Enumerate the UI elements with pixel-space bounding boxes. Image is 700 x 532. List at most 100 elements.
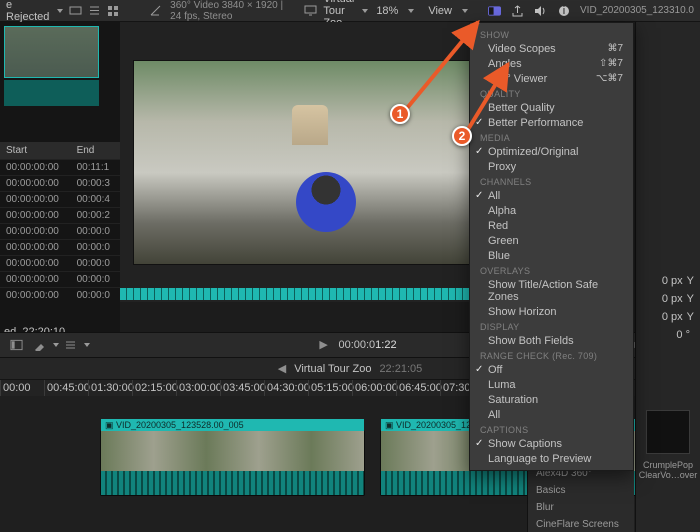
menu-item[interactable]: Show Title/Action Safe Zones bbox=[470, 277, 633, 304]
effects-category[interactable]: Basics bbox=[528, 482, 634, 499]
timeline-clip[interactable]: ▣ VID_20200305_123528.00_005 bbox=[100, 430, 365, 496]
ruler-tick: 00:45:00 bbox=[44, 380, 88, 396]
menu-item[interactable]: All bbox=[470, 188, 633, 203]
list-row[interactable]: 00:00:00:0000:00:0 bbox=[0, 224, 120, 240]
effects-category[interactable]: CineFlare Screens bbox=[528, 516, 634, 532]
menu-item[interactable]: Saturation bbox=[470, 392, 633, 407]
menu-item[interactable]: Show Captions bbox=[470, 436, 633, 451]
menu-item-label: Proxy bbox=[488, 161, 516, 173]
trim-icon[interactable] bbox=[64, 339, 77, 352]
cell-start: 00:00:00:00 bbox=[0, 176, 71, 192]
menu-item[interactable]: Luma bbox=[470, 377, 633, 392]
clip-appearance-icon[interactable] bbox=[69, 4, 82, 17]
cell-end: 00:00:0 bbox=[71, 224, 120, 240]
angle-icon[interactable] bbox=[149, 4, 162, 17]
menu-item[interactable]: Show Both Fields bbox=[470, 333, 633, 348]
cell-end: 00:00:0 bbox=[71, 272, 120, 288]
inspector-row[interactable]: 0 ° bbox=[636, 326, 700, 344]
menu-item-label: Blue bbox=[488, 250, 510, 262]
col-start[interactable]: Start bbox=[0, 142, 71, 160]
menu-item[interactable]: Blue bbox=[470, 248, 633, 263]
index-icon[interactable] bbox=[10, 339, 23, 352]
tc-gray: 00:00:0 bbox=[338, 339, 375, 351]
viewer[interactable] bbox=[120, 22, 500, 302]
grid-view-icon[interactable] bbox=[107, 4, 120, 17]
rejected-label: e Rejected bbox=[6, 0, 49, 23]
col-end[interactable]: End bbox=[71, 142, 120, 160]
file-name: VID_20200305_123310.0 bbox=[580, 5, 694, 16]
menu-item-label: Better Performance bbox=[488, 117, 583, 129]
effects-category[interactable]: Blur bbox=[528, 499, 634, 516]
list-view-icon[interactable] bbox=[88, 4, 101, 17]
cell-start: 00:00:00:00 bbox=[0, 288, 71, 304]
list-row[interactable]: 00:00:00:0000:00:0 bbox=[0, 240, 120, 256]
view-menu-button[interactable]: View bbox=[428, 5, 452, 17]
clip-thumbnail[interactable] bbox=[4, 26, 99, 78]
list-row[interactable]: 00:00:00:0000:00:0 bbox=[0, 272, 120, 288]
viewer-audio-strip bbox=[120, 288, 500, 300]
chevron-down-icon[interactable] bbox=[53, 343, 59, 347]
menu-item[interactable]: 360° Viewer⌥⌘7 bbox=[470, 71, 633, 86]
zoom-label[interactable]: 18% bbox=[376, 5, 398, 17]
inspector-row[interactable]: 0 pxY bbox=[636, 290, 700, 308]
cell-start: 00:00:00:00 bbox=[0, 256, 71, 272]
chevron-down-icon[interactable] bbox=[408, 9, 414, 13]
menu-item[interactable]: Proxy bbox=[470, 159, 633, 174]
menu-shortcut: ⌥⌘7 bbox=[596, 73, 623, 84]
menu-item-label: Language to Preview bbox=[488, 453, 591, 465]
cell-start: 00:00:00:00 bbox=[0, 192, 71, 208]
menu-item[interactable]: Video Scopes ⌘7 bbox=[470, 41, 633, 56]
inspector-row[interactable]: 0 pxY bbox=[636, 308, 700, 326]
menu-item[interactable]: All bbox=[470, 407, 633, 422]
browser-panel: Start End 00:00:00:0000:11:100:00:00:000… bbox=[0, 22, 120, 332]
ruler-tick: 02:15:00 bbox=[132, 380, 176, 396]
svg-text:i: i bbox=[562, 5, 564, 17]
volume-icon[interactable] bbox=[534, 4, 547, 17]
menu-item-label: Show Both Fields bbox=[488, 335, 574, 347]
menu-item[interactable]: Language to Preview bbox=[470, 451, 633, 466]
menu-item[interactable]: Red bbox=[470, 218, 633, 233]
inspector-row[interactable]: 0 pxY bbox=[636, 272, 700, 290]
clip-list: Start End 00:00:00:0000:11:100:00:00:000… bbox=[0, 142, 120, 303]
list-row[interactable]: 00:00:00:0000:00:0 bbox=[0, 288, 120, 304]
menu-item[interactable]: Off bbox=[470, 362, 633, 377]
menu-header: MEDIA bbox=[470, 130, 633, 144]
list-row[interactable]: 00:00:00:0000:00:0 bbox=[0, 256, 120, 272]
cell-start: 00:00:00:00 bbox=[0, 160, 71, 176]
viewer-toolbar: e Rejected 360° Video 3840 × 1920 | 24 f… bbox=[0, 0, 700, 22]
menu-item[interactable]: Alpha bbox=[470, 203, 633, 218]
chevron-down-icon[interactable] bbox=[362, 9, 368, 13]
menu-item[interactable]: Optimized/Original bbox=[470, 144, 633, 159]
menu-item[interactable]: Show Horizon bbox=[470, 304, 633, 319]
menu-item[interactable]: Green bbox=[470, 233, 633, 248]
info-icon[interactable]: i bbox=[557, 4, 570, 17]
menu-item-label: Show Title/Action Safe Zones bbox=[488, 279, 623, 303]
layout-toggle-icon[interactable] bbox=[488, 4, 501, 17]
menu-header: QUALITY bbox=[470, 86, 633, 100]
menu-shortcut: ⇧⌘7 bbox=[599, 58, 623, 69]
timeline-name[interactable]: Virtual Tour Zoo bbox=[294, 363, 371, 375]
ruler-tick: 01:30:00 bbox=[88, 380, 132, 396]
list-row[interactable]: 00:00:00:0000:11:1 bbox=[0, 160, 120, 176]
list-row[interactable]: 00:00:00:0000:00:3 bbox=[0, 176, 120, 192]
chevron-down-icon[interactable] bbox=[57, 9, 63, 13]
menu-item-label: Alpha bbox=[488, 205, 516, 217]
display-icon[interactable] bbox=[304, 4, 317, 17]
menu-item-label: Optimized/Original bbox=[488, 146, 578, 158]
list-row[interactable]: 00:00:00:0000:00:4 bbox=[0, 192, 120, 208]
effect-preset-thumb[interactable] bbox=[646, 410, 690, 454]
menu-item[interactable]: Better Quality bbox=[470, 100, 633, 115]
chevron-down-icon[interactable] bbox=[462, 9, 468, 13]
share-icon[interactable] bbox=[511, 4, 524, 17]
menu-shortcut: ⌘7 bbox=[607, 43, 623, 54]
list-row[interactable]: 00:00:00:0000:00:2 bbox=[0, 208, 120, 224]
cell-end: 00:11:1 bbox=[71, 160, 120, 176]
menu-item[interactable]: Angles⇧⌘7 bbox=[470, 56, 633, 71]
tool-icon[interactable] bbox=[33, 339, 46, 352]
menu-header: OVERLAYS bbox=[470, 263, 633, 277]
timeline-duration: 22:21:05 bbox=[379, 363, 422, 375]
ruler-tick: 06:00:00 bbox=[352, 380, 396, 396]
menu-item-label: Video Scopes bbox=[488, 43, 556, 55]
ruler-tick: 04:30:00 bbox=[264, 380, 308, 396]
menu-item[interactable]: Better Performance bbox=[470, 115, 633, 130]
